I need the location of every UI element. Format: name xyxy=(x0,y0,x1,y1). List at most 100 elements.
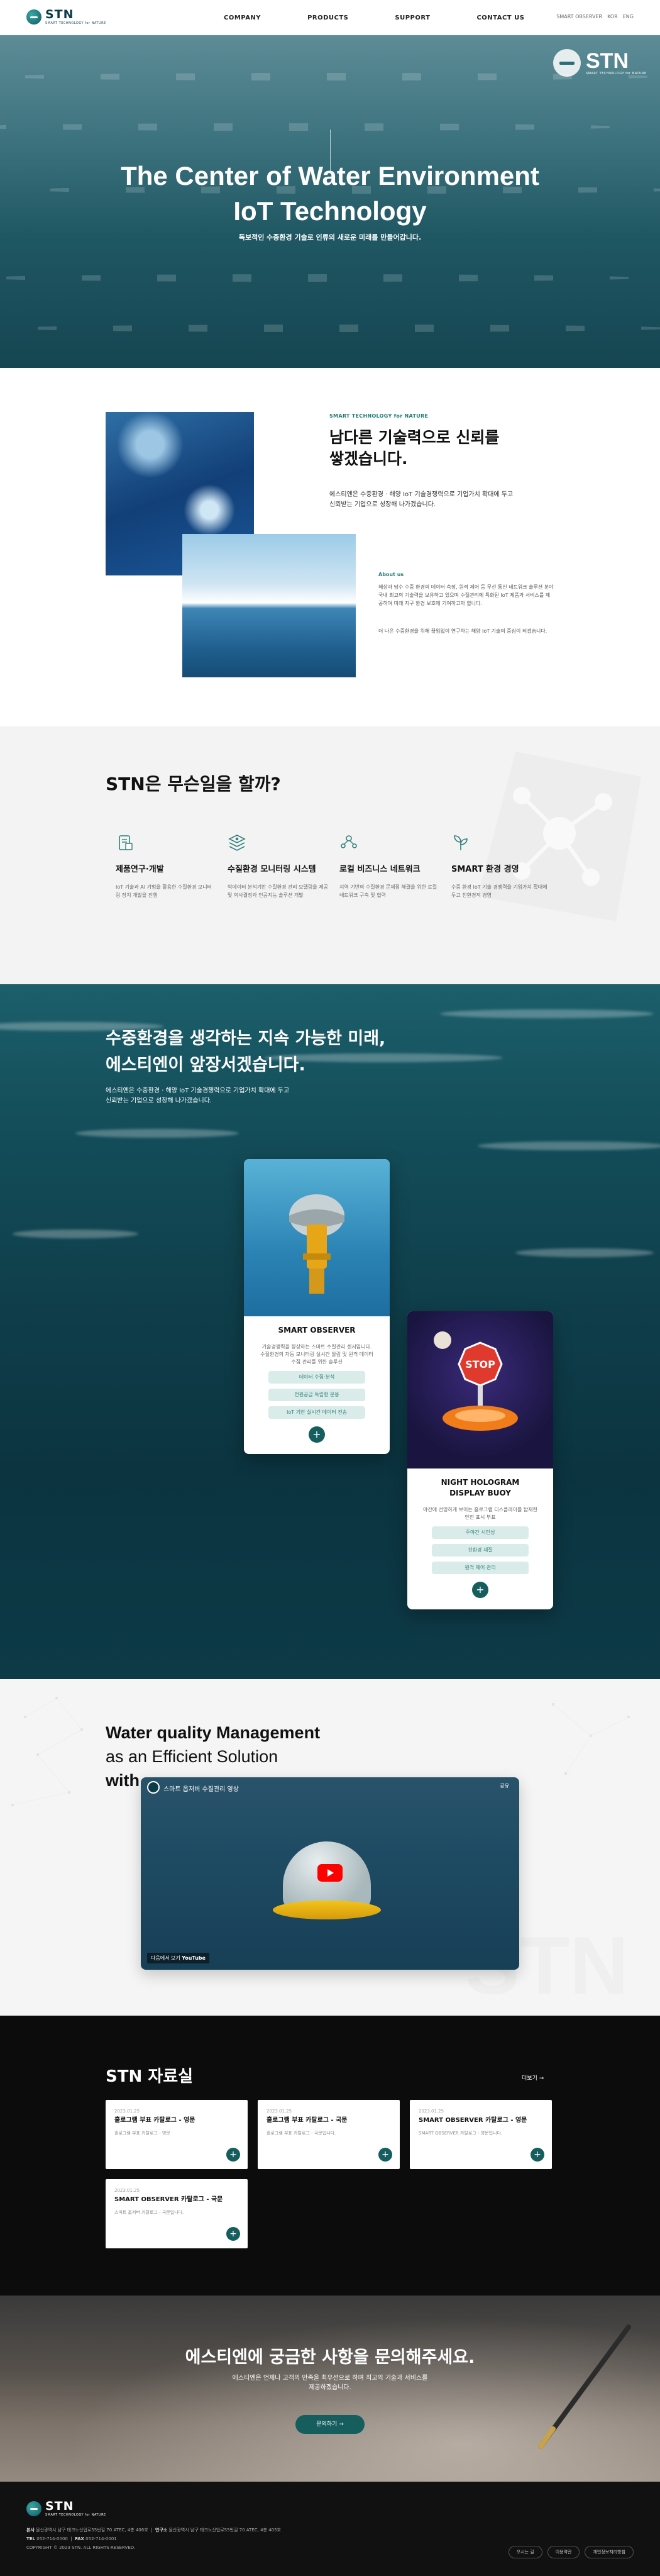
smart-observer-image xyxy=(244,1159,390,1316)
more-plus-button[interactable]: + xyxy=(472,1582,488,1598)
lang-eng[interactable]: ENG xyxy=(623,14,634,19)
download-summary: 홀로그램 부표 카탈로그 - 영문 xyxy=(114,2131,170,2136)
hero-badge: STN SMART TECHNOLOGY for NATURE xyxy=(553,49,647,77)
feature-pill: 친환경 재질 xyxy=(432,1544,529,1557)
about-description: 에스티엔은 수중환경 · 해양 IoT 기술경쟁력으로 기업가치 확대에 두고 … xyxy=(329,491,514,508)
download-plus-button[interactable]: + xyxy=(378,2148,392,2162)
wave-decoration xyxy=(13,325,660,332)
contact-title: 에스티엔에 궁금한 사항을 문의해주세요. xyxy=(185,2348,475,2367)
footer-link-terms[interactable]: 이용약관 xyxy=(547,2546,580,2558)
arrow-right-icon: → xyxy=(539,2075,544,2082)
download-plus-button[interactable]: + xyxy=(531,2148,544,2162)
stn-logo-icon xyxy=(26,2501,41,2516)
download-card[interactable]: 2023.01.25 홀로그램 부표 카탈로그 - 영문 홀로그램 부표 카탈로… xyxy=(106,2100,248,2169)
video-title[interactable]: 스마트 옵저버 수질관리 영상 xyxy=(163,1784,239,1793)
service-desc: 빅데이터 분석기반 수질환경 관리 모델링을 제공 및 의사결정과 인공지능 솔… xyxy=(228,884,328,898)
svg-text:STOP: STOP xyxy=(465,1358,495,1370)
product-card-smart-observer[interactable]: SMART OBSERVER 기술경쟁력을 향상하는 스마트 수질관리 센서입니… xyxy=(244,1159,390,1454)
stn-badge-icon xyxy=(553,49,581,77)
hero-title: The Center of Water Environment IoT Tech… xyxy=(121,161,539,226)
service-desc: IoT 기술과 AI 기법을 활용한 수질환경 모니터링 장치 개발을 진행 xyxy=(116,884,212,898)
contact-section: 에스티엔에 궁금한 사항을 문의해주세요. 에스티엔은 언제나 고객의 만족을 … xyxy=(0,2296,660,2482)
nav-support[interactable]: SUPPORT xyxy=(395,14,430,21)
arrow-right-icon: → xyxy=(339,2421,344,2428)
hologram-buoy-image: STOP xyxy=(407,1311,553,1468)
view-more-link[interactable]: 더보기 → xyxy=(522,2074,544,2082)
foam-decoration xyxy=(440,1009,654,1018)
site-logo[interactable]: STN SMART TECHNOLOGY for NATURE xyxy=(26,9,106,25)
wave-decoration xyxy=(0,274,641,282)
about-kicker: SMART TECHNOLOGY for NATURE xyxy=(329,413,429,419)
download-date: 2023.01.25 xyxy=(114,2109,140,2114)
download-card[interactable]: 2023.01.25 SMART OBSERVER 카탈로그 - 영문 SMAR… xyxy=(410,2100,552,2169)
service-item: 제품연구·개발 IoT 기술과 AI 기법을 활용한 수질환경 모니터링 장치 … xyxy=(116,833,229,899)
product-name: SMART OBSERVER xyxy=(278,1326,356,1335)
water-quality-section: STN Water quality Management as an Effic… xyxy=(0,1679,660,2016)
footer-link-privacy[interactable]: 개인정보처리방침 xyxy=(585,2546,634,2558)
feature-pill: 원격 제어 관리 xyxy=(432,1562,529,1574)
download-summary: 홀로그램 부표 카탈로그 - 국문입니다. xyxy=(267,2131,336,2136)
wq-title-line2: as an Efficient Solution xyxy=(106,1747,278,1766)
footer-link-directions[interactable]: 오시는 길 xyxy=(508,2546,542,2558)
feature-pill: 주야간 시인성 xyxy=(432,1526,529,1539)
play-button-icon[interactable] xyxy=(317,1864,343,1882)
footer-logo[interactable]: STN SMART TECHNOLOGY for NATURE xyxy=(26,2501,106,2517)
service-name: 제품연구·개발 xyxy=(116,865,164,874)
wave-decoration xyxy=(0,123,622,131)
service-name: SMART 환경 경영 xyxy=(451,865,519,874)
document-tablet-icon xyxy=(119,835,133,850)
badge-subtitle: SMART TECHNOLOGY for NATURE xyxy=(586,72,647,75)
service-item: SMART 환경 경영 수중 환경 IoT 기술 경쟁력을 기업가치 확대에 두… xyxy=(451,833,564,899)
service-item: 로컬 비즈니스 네트워크 지역 기반의 수질환경 문제점 해결을 위한 로컬 네… xyxy=(339,833,453,899)
nav-company[interactable]: COMPANY xyxy=(224,14,261,21)
download-summary: 스마트 옵저버 카탈로그 - 국문입니다. xyxy=(114,2210,184,2215)
channel-avatar[interactable] xyxy=(147,1781,160,1794)
more-plus-button[interactable]: + xyxy=(309,1426,325,1443)
download-summary: SMART OBSERVER 카탈로그 - 영문입니다. xyxy=(419,2131,503,2136)
product-name: NIGHT HOLOGRAM DISPLAY BUOY xyxy=(441,1478,520,1497)
observer-base-image xyxy=(273,1901,381,1919)
feature-pill: IoT 기반 실시간 데이터 전송 xyxy=(268,1406,365,1419)
site-footer: STN SMART TECHNOLOGY for NATURE 본사 울산광역시… xyxy=(0,2482,660,2576)
footer-links: 오시는 길 이용약관 개인정보처리방침 xyxy=(508,2546,634,2558)
about-body-2: 더 나은 수중환경을 위해 끊임없이 연구하는 해양 IoT 기술의 중심이 되… xyxy=(378,628,547,634)
foam-decoration xyxy=(515,1248,654,1257)
service-name: 로컬 비즈니스 네트워크 xyxy=(339,865,421,874)
download-name: SMART OBSERVER 카탈로그 - 영문 xyxy=(419,2117,527,2124)
products-title: 수중환경을 생각하는 지속 가능한 미래, 에스티엔이 앞장서겠습니다. xyxy=(106,1029,386,1075)
feature-pill: 데이터 수집·분석 xyxy=(268,1371,365,1384)
contact-description: 에스티엔은 언제나 고객의 만족을 최우선으로 하며 최고의 기술과 서비스를 … xyxy=(232,2375,428,2391)
download-plus-button[interactable]: + xyxy=(226,2227,240,2241)
hero-subtitle: 독보적인 수중환경 기술로 인류의 새로운 미래를 만들어갑니다. xyxy=(238,233,422,242)
sea-horizon-image xyxy=(182,534,356,677)
services-title: STN은 무슨일을 할까? xyxy=(106,774,281,794)
nav-products[interactable]: PRODUCTS xyxy=(307,14,348,21)
download-name: SMART OBSERVER 카탈로그 - 국문 xyxy=(114,2196,223,2203)
about-section: SMART TECHNOLOGY for NATURE 남다른 기술력으로 신뢰… xyxy=(0,368,660,726)
inquiry-button[interactable]: 문의하기 → xyxy=(295,2415,365,2434)
leaf-plant-icon xyxy=(454,835,468,850)
logo-text: STN xyxy=(45,8,74,21)
watch-on-youtube[interactable]: 다음에서 보기 YouTube xyxy=(147,1953,209,1963)
download-plus-button[interactable]: + xyxy=(226,2148,240,2162)
download-card[interactable]: 2023.01.25 SMART OBSERVER 카탈로그 - 국문 스마트 … xyxy=(106,2179,248,2248)
lang-kor[interactable]: KOR xyxy=(607,14,618,19)
share-button[interactable]: 공유 xyxy=(500,1782,509,1789)
download-date: 2023.01.25 xyxy=(419,2109,444,2114)
stn-logo-icon xyxy=(26,9,41,25)
smart-observer-device-icon xyxy=(289,1194,344,1294)
youtube-video-embed[interactable]: 스마트 옵저버 수질관리 영상 공유 다음에서 보기 YouTube xyxy=(141,1777,519,1970)
nav-contact-us[interactable]: CONTACT US xyxy=(476,14,524,21)
downloads-section: STN 자료실 더보기 → 2023.01.25 홀로그램 부표 카탈로그 - … xyxy=(0,2016,660,2296)
about-body: 해상과 담수 수중 환경의 데이터 측정, 원격 제어 등 무선 통신 네트워크… xyxy=(378,584,554,606)
smart-observer-link[interactable]: SMART OBSERVER xyxy=(556,14,602,19)
services-section: STN은 무슨일을 할까? 제품연구·개발 IoT 기술과 AI 기법을 활용한… xyxy=(0,726,660,984)
download-name: 홀로그램 부표 카탈로그 - 국문 xyxy=(267,2117,348,2124)
wq-title-line3: with xyxy=(106,1771,140,1790)
download-card[interactable]: 2023.01.25 홀로그램 부표 카탈로그 - 국문 홀로그램 부표 카탈로… xyxy=(258,2100,400,2169)
about-us-label: About us xyxy=(378,572,404,577)
wq-title-line1: Water quality Management xyxy=(106,1723,321,1742)
copyright: COPYRIGHT © 2023 STN. ALL RIGHTS RESERVE… xyxy=(26,2545,136,2550)
product-card-night-hologram-buoy[interactable]: STOP NIGHT HOLOGRAM DISPLAY BUOY 야간에 선명하… xyxy=(407,1311,553,1609)
service-name: 수질환경 모니터링 시스템 xyxy=(228,865,316,874)
